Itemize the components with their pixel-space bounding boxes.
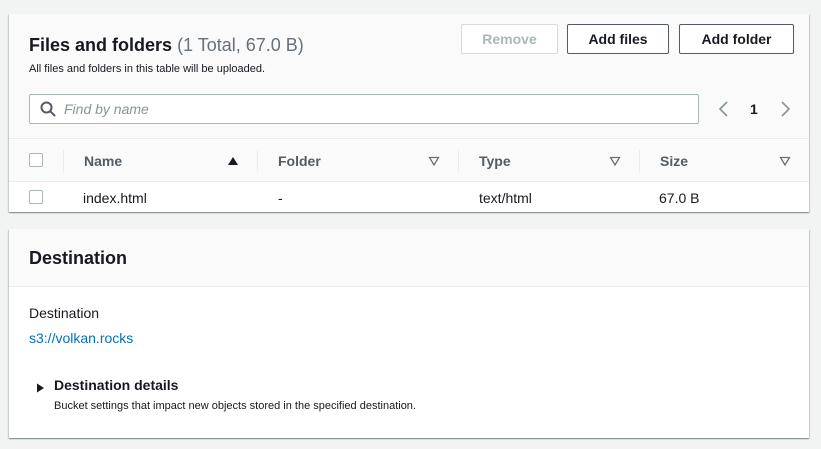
files-panel-header: Files and folders (1 Total, 67.0 B) All … bbox=[9, 14, 809, 139]
current-page-number[interactable]: 1 bbox=[750, 101, 758, 119]
column-header-folder[interactable]: Folder bbox=[278, 140, 321, 182]
chevron-left-icon[interactable] bbox=[717, 100, 731, 118]
destination-label: Destination bbox=[29, 305, 100, 321]
search-input[interactable] bbox=[64, 95, 684, 123]
files-count: (1 Total, 67.0 B) bbox=[177, 35, 304, 55]
chevron-right-icon[interactable] bbox=[778, 100, 792, 118]
remove-button[interactable]: Remove bbox=[461, 24, 558, 54]
cell-type: text/html bbox=[479, 189, 532, 206]
files-and-folders-panel: Files and folders (1 Total, 67.0 B) All … bbox=[9, 14, 809, 212]
destination-details-label[interactable]: Destination details bbox=[54, 377, 178, 393]
sort-ascending-icon[interactable] bbox=[227, 154, 239, 166]
column-divider bbox=[458, 150, 459, 172]
row-checkbox[interactable] bbox=[29, 190, 43, 204]
table-row[interactable]: index.html - text/html 67.0 B bbox=[9, 183, 809, 212]
destination-panel-title: Destination bbox=[29, 248, 128, 268]
column-header-type[interactable]: Type bbox=[479, 140, 511, 182]
sort-icon[interactable] bbox=[609, 154, 621, 167]
destination-panel: Destination Destination s3://volkan.rock… bbox=[9, 229, 809, 438]
cell-size: 67.0 B bbox=[659, 189, 700, 206]
destination-link[interactable]: s3://volkan.rocks bbox=[29, 330, 133, 346]
destination-panel-header: Destination bbox=[9, 229, 809, 287]
caret-right-icon[interactable] bbox=[35, 380, 45, 393]
add-files-button[interactable]: Add files bbox=[567, 24, 669, 54]
search-box bbox=[29, 94, 699, 124]
files-panel-title-text: Files and folders bbox=[29, 35, 173, 55]
add-folder-button[interactable]: Add folder bbox=[679, 24, 794, 54]
sort-icon[interactable] bbox=[779, 154, 791, 167]
select-all-checkbox[interactable] bbox=[29, 153, 43, 167]
column-header-name[interactable]: Name bbox=[84, 140, 122, 182]
files-panel-title: Files and folders (1 Total, 67.0 B) bbox=[29, 35, 304, 56]
column-header-size[interactable]: Size bbox=[660, 140, 688, 182]
search-icon bbox=[40, 101, 56, 117]
destination-details-expander[interactable]: Destination details bbox=[35, 376, 178, 394]
files-panel-description: All files and folders in this table will… bbox=[29, 63, 266, 75]
cell-name: index.html bbox=[83, 189, 147, 206]
cell-folder: - bbox=[278, 189, 283, 206]
destination-details-description: Bucket settings that impact new objects … bbox=[54, 400, 416, 412]
column-divider bbox=[63, 150, 64, 172]
column-divider bbox=[639, 150, 640, 172]
column-divider bbox=[257, 150, 258, 172]
table-header-row: Name Folder Type Size bbox=[9, 140, 809, 182]
sort-icon[interactable] bbox=[428, 154, 440, 167]
